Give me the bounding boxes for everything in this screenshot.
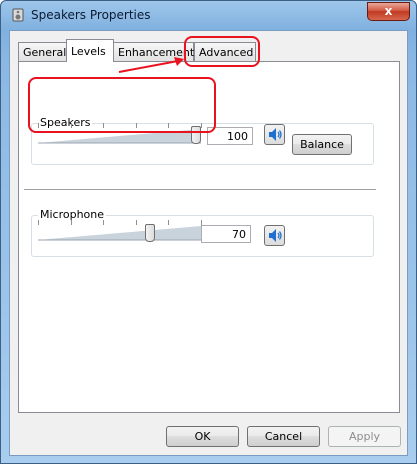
cancel-button[interactable]: Cancel: [247, 426, 320, 447]
slider-tick: [38, 220, 39, 225]
tab-general[interactable]: General: [18, 42, 67, 61]
annotation-circle-speakers: [28, 77, 216, 133]
tab-levels-label: Levels: [71, 45, 106, 58]
annotation-circle-advanced: [184, 36, 260, 67]
annotation-arrow: [118, 57, 184, 73]
slider-tick: [70, 220, 72, 225]
slider-tick: [103, 220, 105, 225]
microphone-slider-track[interactable]: [38, 225, 201, 241]
slider-tick: [168, 220, 170, 225]
balance-button[interactable]: Balance: [292, 134, 352, 155]
title-bar[interactable]: Speakers Properties x: [1, 1, 416, 29]
microphone-mute-button[interactable]: [264, 225, 285, 246]
speaker-icon: [269, 229, 282, 242]
window-title: Speakers Properties: [31, 8, 151, 22]
ok-button[interactable]: OK: [166, 426, 239, 447]
close-icon: x: [384, 4, 393, 18]
speakers-properties-window: Speakers Properties x General Levels Enh…: [0, 0, 417, 464]
tab-general-label: General: [23, 46, 67, 59]
microphone-slider-thumb[interactable]: [145, 224, 156, 242]
microphone-level-value[interactable]: 70: [201, 225, 251, 243]
slider-tick: [135, 220, 137, 225]
speaker-icon: [269, 128, 282, 141]
separator-line: [24, 189, 376, 190]
microphone-slider-ticks: [38, 220, 202, 225]
tab-levels[interactable]: Levels: [66, 39, 114, 62]
speaker-device-icon: [12, 8, 24, 22]
close-button[interactable]: x: [367, 2, 410, 21]
apply-button[interactable]: Apply: [328, 426, 401, 447]
speakers-mute-button[interactable]: [264, 124, 285, 145]
